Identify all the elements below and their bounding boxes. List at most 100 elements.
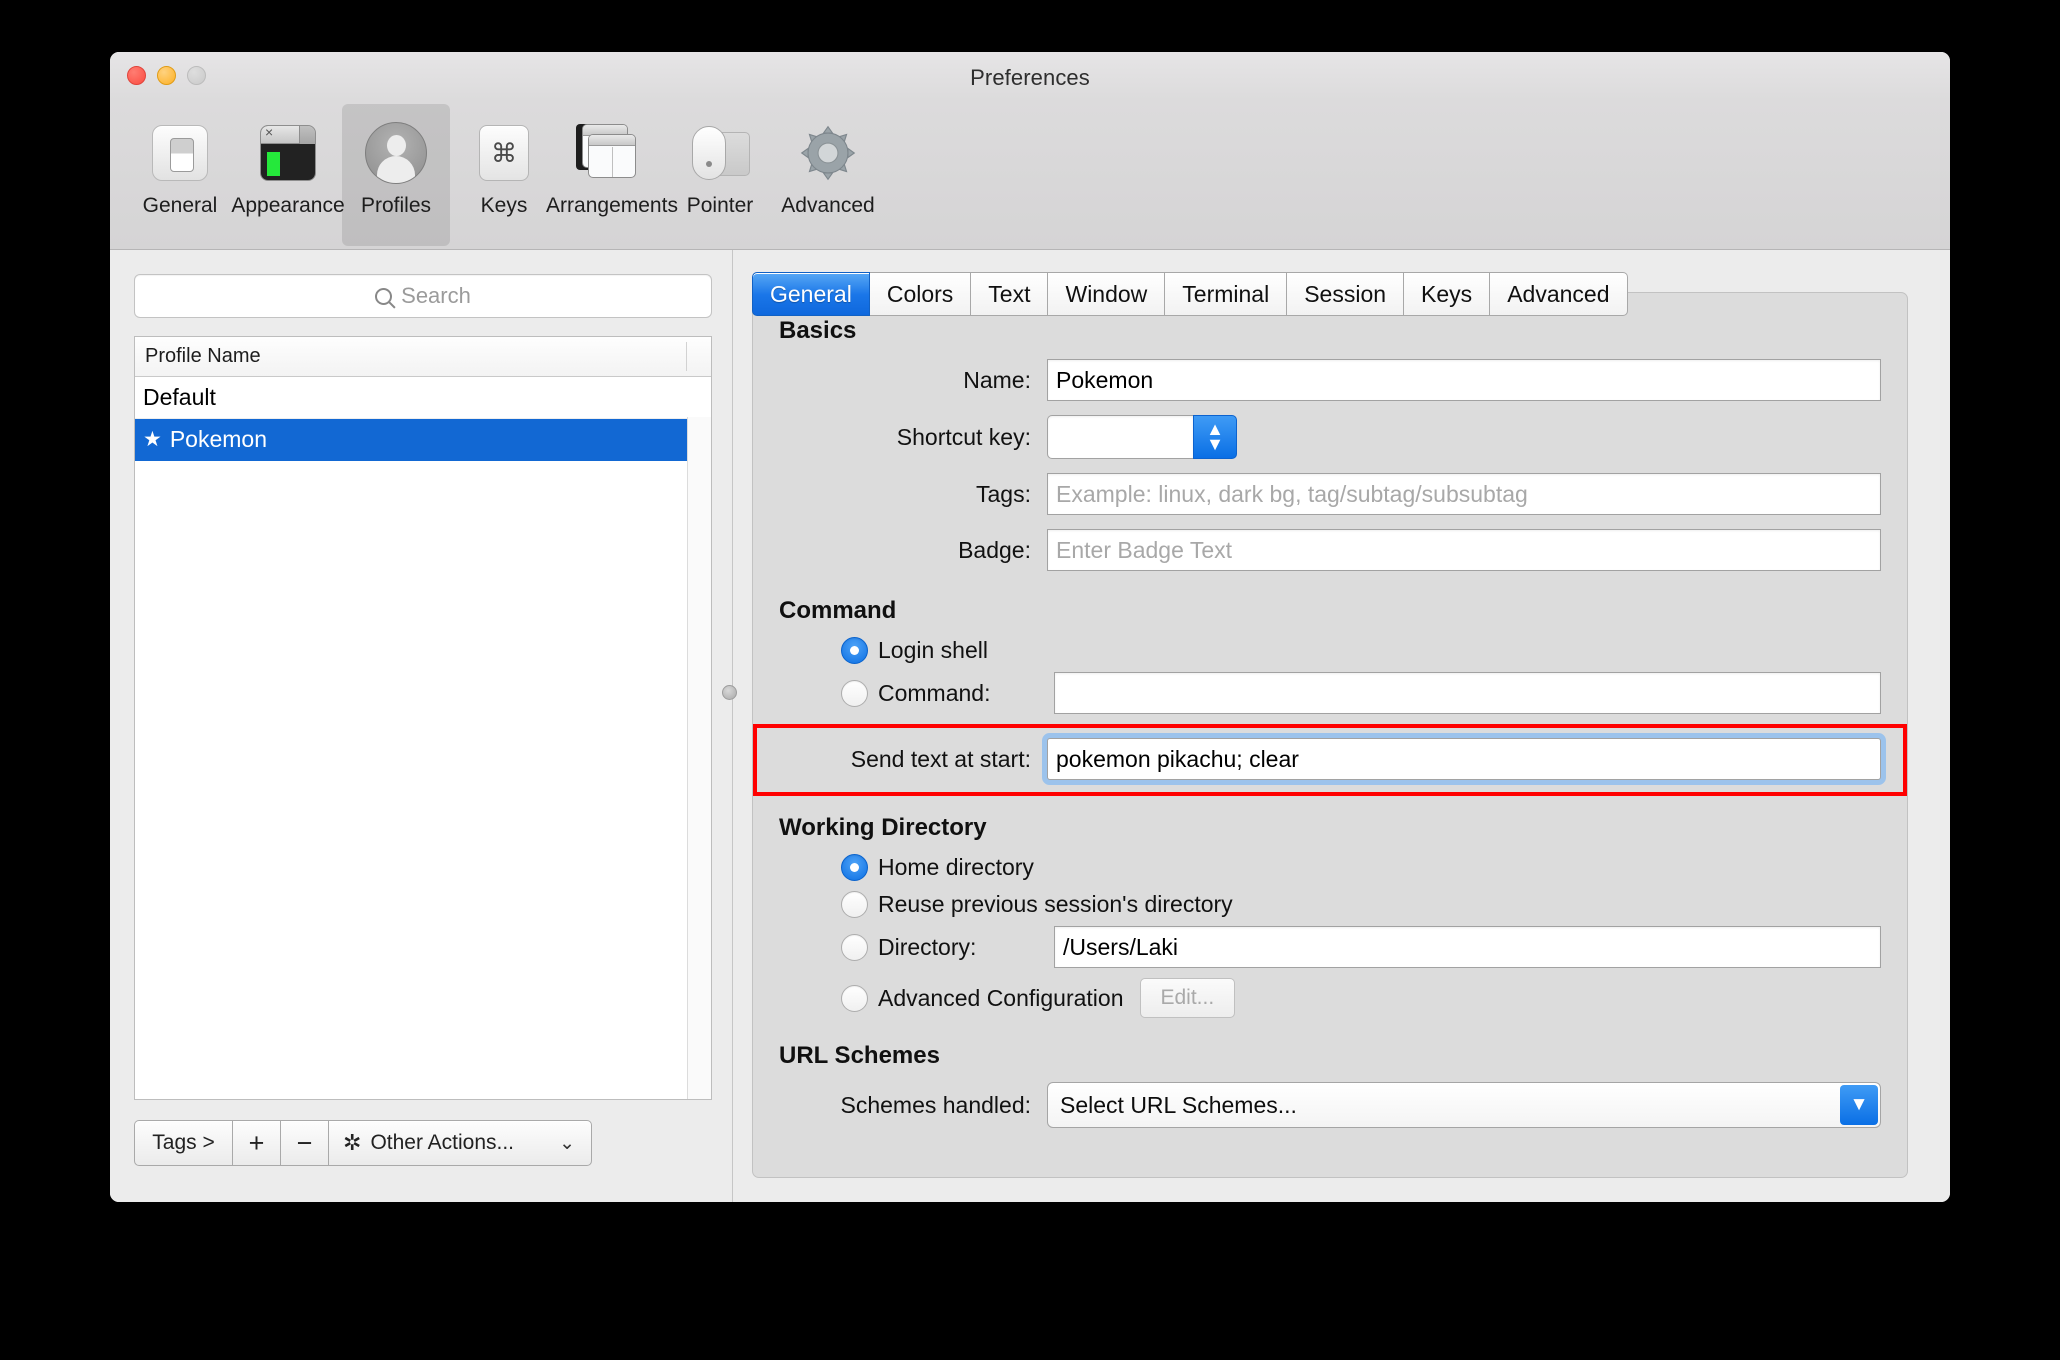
search-placeholder: Search — [401, 283, 471, 308]
url-schemes-heading: URL Schemes — [779, 1042, 940, 1069]
mouse-icon — [688, 116, 752, 190]
schemes-handled-label: Schemes handled: — [840, 1091, 1031, 1118]
list-scrollbar[interactable] — [687, 417, 711, 1099]
tags-field[interactable]: Example: linux, dark bg, tag/subtag/subs… — [1047, 473, 1881, 515]
basics-heading: Basics — [779, 317, 857, 344]
add-profile-button[interactable]: + — [232, 1120, 280, 1166]
name-field[interactable]: Pokemon — [1047, 359, 1881, 401]
chevron-down-icon[interactable]: ▼ — [1206, 435, 1224, 453]
command-heading: Command — [779, 597, 897, 624]
directory-field[interactable]: /Users/Laki — [1054, 926, 1881, 968]
home-directory-row[interactable]: Home directory — [779, 854, 1881, 881]
window-content: Search Profile Name Default ★ Pokemon Ta… — [110, 250, 1950, 1202]
gear-icon: ✲ — [343, 1130, 362, 1155]
schemes-handled-row: Schemes handled: Select URL Schemes... ▼ — [779, 1082, 1881, 1128]
profile-list-rows: Default ★ Pokemon — [135, 377, 711, 1099]
command-field[interactable] — [1054, 672, 1881, 714]
profile-list-header: Profile Name — [135, 337, 711, 377]
search-input[interactable]: Search — [134, 274, 712, 318]
toolbar-label-arrangements: Arrangements — [546, 194, 678, 217]
other-actions-label: Other Actions... — [370, 1131, 515, 1154]
toolbar-label-general: General — [142, 194, 218, 217]
display-toggle-icon — [152, 116, 208, 190]
badge-row: Badge: Enter Badge Text — [779, 529, 1881, 571]
tags-label: Tags: — [976, 480, 1031, 507]
toolbar-label-profiles: Profiles — [360, 194, 432, 217]
search-icon — [375, 287, 393, 305]
toolbar-item-keys[interactable]: ⌘ Keys — [450, 104, 558, 218]
badge-label: Badge: — [958, 536, 1031, 563]
advanced-configuration-row[interactable]: Advanced Configuration Edit... — [779, 978, 1881, 1018]
command-radio[interactable] — [841, 679, 868, 707]
send-text-at-start-row: Send text at start: pokemon pikachu; cle… — [753, 724, 1907, 796]
stepper-buttons[interactable]: ▲ ▼ — [1193, 415, 1237, 459]
column-header-profile-name: Profile Name — [145, 345, 261, 367]
directory-label: Directory: — [878, 933, 977, 960]
send-text-at-start-field[interactable]: pokemon pikachu; clear — [1047, 738, 1881, 780]
reuse-directory-label: Reuse previous session's directory — [878, 891, 1233, 917]
shortcut-key-field[interactable] — [1047, 415, 1193, 459]
tab-advanced[interactable]: Advanced — [1490, 272, 1628, 316]
login-shell-label: Login shell — [878, 637, 988, 663]
profile-actions-bar: Tags > + − ✲ Other Actions... ⌄ — [134, 1120, 712, 1166]
toolbar-item-general[interactable]: General — [126, 104, 234, 218]
command-label: Command: — [878, 679, 991, 706]
tags-row: Tags: Example: linux, dark bg, tag/subta… — [779, 473, 1881, 515]
tab-terminal[interactable]: Terminal — [1165, 272, 1288, 316]
toolbar-label-advanced: Advanced — [781, 194, 875, 217]
directory-row: Directory: /Users/Laki — [779, 926, 1881, 968]
toolbar-label-appearance: Appearance — [231, 194, 345, 217]
preferences-toolbar: General Appearance Profiles ⌘ Keys — [110, 100, 1950, 250]
schemes-handled-value: Select URL Schemes... — [1060, 1091, 1297, 1118]
column-divider — [686, 342, 687, 371]
login-shell-row[interactable]: Login shell — [779, 637, 1881, 664]
toolbar-item-appearance[interactable]: Appearance — [231, 104, 345, 218]
window-title: Preferences — [970, 65, 1090, 90]
profile-name: Default — [143, 384, 216, 410]
profiles-sidebar: Search Profile Name Default ★ Pokemon Ta… — [110, 250, 737, 1202]
list-item[interactable]: ★ Pokemon — [135, 419, 711, 461]
tags-button[interactable]: Tags > — [134, 1120, 232, 1166]
toolbar-item-profiles[interactable]: Profiles — [342, 104, 450, 246]
toolbar-item-advanced[interactable]: Advanced — [774, 104, 882, 218]
home-directory-label: Home directory — [878, 854, 1034, 880]
edit-button[interactable]: Edit... — [1139, 978, 1236, 1018]
gear-icon — [799, 116, 857, 190]
list-item[interactable]: Default — [135, 377, 711, 419]
reuse-directory-row[interactable]: Reuse previous session's directory — [779, 891, 1881, 918]
shortcut-key-stepper[interactable]: ▲ ▼ — [1047, 415, 1237, 459]
home-directory-radio[interactable] — [841, 854, 868, 881]
send-text-at-start-label: Send text at start: — [850, 745, 1031, 772]
toolbar-label-pointer: Pointer — [686, 194, 754, 217]
command-row: Command: — [779, 672, 1881, 714]
tab-colors[interactable]: Colors — [869, 272, 972, 316]
terminal-window-icon — [260, 116, 316, 190]
windows-stack-icon — [576, 116, 648, 190]
remove-profile-button[interactable]: − — [280, 1120, 328, 1166]
toolbar-item-arrangements[interactable]: Arrangements — [546, 104, 678, 218]
chevron-down-icon[interactable]: ▼ — [1840, 1085, 1878, 1125]
name-label: Name: — [963, 366, 1031, 393]
directory-radio[interactable] — [841, 933, 868, 961]
other-actions-button[interactable]: ✲ Other Actions... ⌄ — [328, 1120, 592, 1166]
profile-list: Profile Name Default ★ Pokemon — [134, 336, 712, 1100]
tab-window[interactable]: Window — [1048, 272, 1166, 316]
profile-name: Pokemon — [169, 426, 267, 452]
name-row: Name: Pokemon — [779, 359, 1881, 401]
reuse-directory-radio[interactable] — [841, 891, 868, 918]
tab-session[interactable]: Session — [1287, 272, 1405, 316]
star-icon: ★ — [143, 428, 162, 451]
advanced-configuration-label: Advanced Configuration — [878, 984, 1124, 1011]
advanced-configuration-radio[interactable] — [841, 984, 868, 1012]
tab-keys[interactable]: Keys — [1404, 272, 1491, 316]
preferences-window: Preferences General Appearance Profiles … — [110, 52, 1950, 1202]
tab-general[interactable]: General — [752, 272, 870, 316]
tab-text[interactable]: Text — [971, 272, 1049, 316]
working-directory-heading: Working Directory — [779, 814, 987, 841]
profile-detail-pane: General Colors Text Window Terminal Sess… — [730, 250, 1950, 1202]
toolbar-item-pointer[interactable]: Pointer — [666, 104, 774, 218]
schemes-handled-dropdown[interactable]: Select URL Schemes... ▼ — [1047, 1082, 1881, 1128]
toolbar-label-keys: Keys — [480, 194, 528, 217]
login-shell-radio[interactable] — [841, 637, 868, 664]
badge-field[interactable]: Enter Badge Text — [1047, 529, 1881, 571]
